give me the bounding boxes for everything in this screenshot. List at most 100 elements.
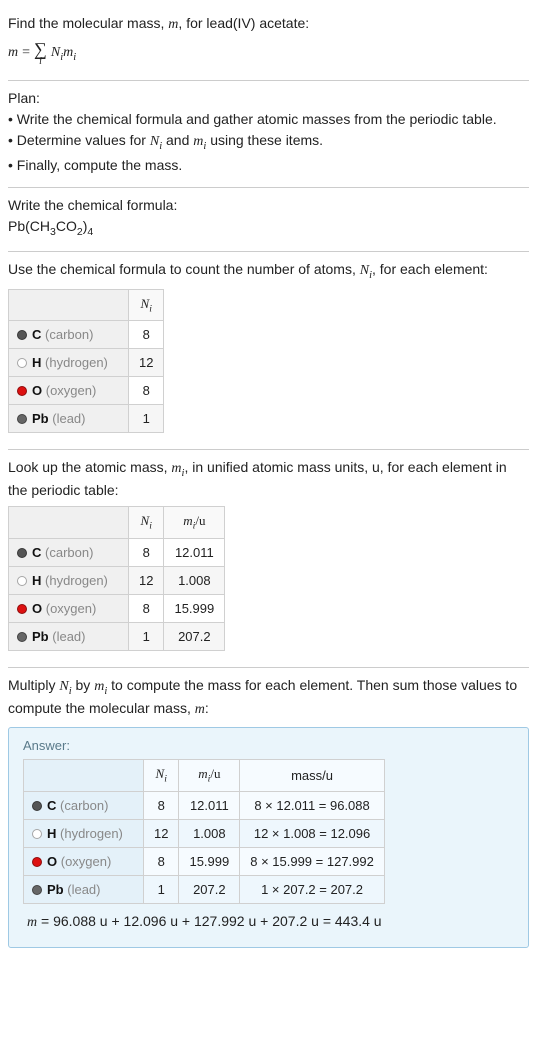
element-symbol: H: [47, 826, 56, 841]
element-name: (oxygen): [46, 383, 97, 398]
element-swatch-icon: [32, 829, 42, 839]
text: CO: [56, 218, 77, 234]
text: Look up the atomic mass,: [8, 459, 171, 475]
var-mi: mi: [171, 461, 184, 476]
chemical-formula: Pb(CH3CO2)4: [8, 217, 529, 239]
element-symbol: O: [32, 601, 42, 616]
count-section: Use the chemical formula to count the nu…: [8, 252, 529, 450]
element-swatch-icon: [17, 604, 27, 614]
mi-value: 15.999: [164, 594, 225, 622]
element-symbol: H: [32, 573, 41, 588]
text: Pb(CH: [8, 218, 50, 234]
th-element: [9, 289, 129, 321]
element-swatch-icon: [17, 330, 27, 340]
var-ni: Ni: [59, 679, 71, 694]
sub-i: i: [73, 51, 76, 62]
mass-value: 8 × 12.011 = 96.088: [240, 792, 385, 820]
ni-value: 8: [129, 594, 164, 622]
ni-value: 1: [144, 876, 179, 904]
th-element: [24, 760, 144, 792]
table-row: O (oxygen) 8 15.999: [9, 594, 225, 622]
th-ni: Ni: [144, 760, 179, 792]
element-name: (lead): [52, 629, 85, 644]
element-name: (hydrogen): [45, 355, 108, 370]
text: , for lead(IV) acetate:: [178, 15, 309, 31]
intro-section: Find the molecular mass, m, for lead(IV)…: [8, 6, 529, 80]
element-cell: Pb (lead): [9, 622, 129, 650]
ni-value: 8: [144, 792, 179, 820]
element-symbol: C: [32, 327, 41, 342]
plan-bullet: • Write the chemical formula and gather …: [8, 110, 529, 129]
element-symbol: Pb: [32, 411, 49, 426]
element-symbol: Pb: [32, 629, 49, 644]
multiply-section: Multiply Ni by mi to compute the mass fo…: [8, 668, 529, 958]
var-m: m: [168, 17, 178, 32]
element-swatch-icon: [17, 576, 27, 586]
section-title: Look up the atomic mass, mi, in unified …: [8, 458, 529, 500]
section-title: Write the chemical formula:: [8, 196, 529, 215]
atomic-mass-table: Ni mi/u C (carbon) 8 12.011 H (hydrogen)…: [8, 506, 225, 651]
text: Find the molecular mass,: [8, 15, 168, 31]
element-name: (carbon): [60, 798, 108, 813]
ni-value: 12: [129, 349, 164, 377]
table-row: H (hydrogen) 12: [9, 349, 164, 377]
section-title: Use the chemical formula to count the nu…: [8, 260, 529, 283]
th-ni: Ni: [129, 289, 164, 321]
table-row: Pb (lead) 1 207.2: [9, 622, 225, 650]
var-ni: Ni: [360, 263, 372, 278]
mi-value: 1.008: [179, 820, 240, 848]
mi-value: 12.011: [179, 792, 240, 820]
element-swatch-icon: [17, 414, 27, 424]
mass-value: 1 × 207.2 = 207.2: [240, 876, 385, 904]
element-cell: Pb (lead): [9, 405, 129, 433]
th-mi: mi/u: [164, 507, 225, 539]
element-symbol: O: [47, 854, 57, 869]
element-name: (oxygen): [61, 854, 112, 869]
ni-value: 8: [144, 848, 179, 876]
var-m: m: [8, 45, 18, 61]
section-title: Multiply Ni by mi to compute the mass fo…: [8, 676, 529, 720]
answer-table: Ni mi/u mass/u C (carbon) 8 12.011 8 × 1…: [23, 759, 385, 904]
table-row: C (carbon) 8 12.011: [9, 538, 225, 566]
text: by: [72, 677, 95, 693]
var-m: m: [63, 45, 73, 60]
th-ni: Ni: [129, 507, 164, 539]
element-swatch-icon: [17, 548, 27, 558]
text: using these items.: [206, 132, 323, 148]
plan-bullet: • Finally, compute the mass.: [8, 156, 529, 175]
mi-value: 12.011: [164, 538, 225, 566]
element-name: (lead): [67, 882, 100, 897]
table-row: O (oxygen) 8: [9, 377, 164, 405]
text: Multiply: [8, 677, 59, 693]
element-name: (carbon): [45, 545, 93, 560]
atom-count-table: Ni C (carbon) 8 H (hydrogen) 12 O (oxyge…: [8, 289, 164, 434]
sigma-sub: i: [39, 57, 42, 66]
final-equation: m = 96.088 u + 12.096 u + 127.992 u + 20…: [23, 912, 514, 933]
text: and: [162, 132, 193, 148]
element-swatch-icon: [17, 358, 27, 368]
var-n: N: [51, 45, 60, 60]
element-symbol: Pb: [47, 882, 64, 897]
element-swatch-icon: [32, 801, 42, 811]
table-row: Pb (lead) 1: [9, 405, 164, 433]
element-cell: O (oxygen): [9, 594, 129, 622]
element-symbol: H: [32, 355, 41, 370]
equals: =: [22, 45, 30, 61]
element-cell: O (oxygen): [9, 377, 129, 405]
var-m: m: [27, 915, 37, 930]
element-symbol: C: [47, 798, 56, 813]
element-cell: O (oxygen): [24, 848, 144, 876]
sigma-sum: ∑ i: [34, 41, 47, 66]
plan-bullet: • Determine values for Ni and mi using t…: [8, 131, 529, 154]
formula-section: Write the chemical formula: Pb(CH3CO2)4: [8, 188, 529, 251]
element-swatch-icon: [17, 386, 27, 396]
molecular-mass-equation: m = ∑ i Nimi: [8, 41, 76, 66]
table-row: H (hydrogen) 12 1.008: [9, 566, 225, 594]
element-name: (oxygen): [46, 601, 97, 616]
table-row: C (carbon) 8: [9, 321, 164, 349]
text: :: [205, 700, 209, 716]
mass-section: Look up the atomic mass, mi, in unified …: [8, 450, 529, 666]
var-ni: Ni: [150, 134, 162, 149]
th-element: [9, 507, 129, 539]
element-swatch-icon: [32, 857, 42, 867]
